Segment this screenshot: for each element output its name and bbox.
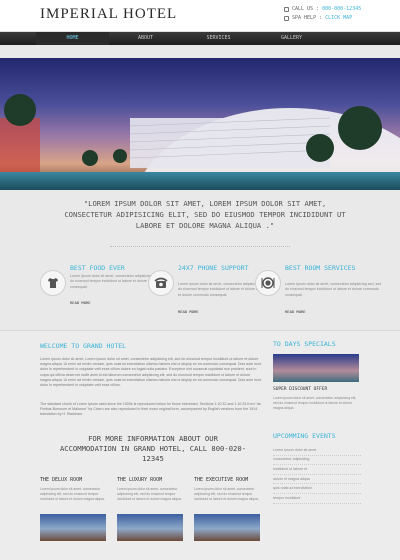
event-item[interactable]: Lorem ipsum dolor sit amet (273, 446, 361, 456)
shirt-icon (40, 270, 66, 296)
room-card-luxury[interactable]: THE LUXURY ROOM Lorem ipsum dolor sit am… (117, 477, 183, 541)
intro-quote: "LOREM IPSUM DOLOR SIT AMET, LOREM IPSUM… (64, 199, 346, 230)
offer-title[interactable]: SUPER DISCOUNT OFFER (273, 387, 327, 392)
call-row: CALL US : 000-000-12345 (284, 5, 361, 14)
main-nav: HOME ABOUT SERVICES GALLERY (0, 32, 400, 45)
room-title: THE LUXURY ROOM (117, 477, 163, 483)
call-value[interactable]: 000-000-12345 (322, 5, 361, 14)
site-header: IMPERIAL HOTEL CALL US : 000-000-12345 S… (0, 0, 400, 32)
hero-image (0, 58, 400, 190)
map-pin-icon (284, 16, 289, 21)
feature-title: BEST ROOM SERVICES (285, 264, 356, 272)
nav-about[interactable]: ABOUT (109, 32, 182, 45)
info-call-to-action: FOR MORE INFORMATION ABOUT OUR ACCOMMODA… (59, 434, 247, 463)
room-desc: Lorem ipsum dolor sit amet, consectetur … (40, 487, 105, 501)
quote-divider (110, 246, 290, 247)
event-item[interactable]: consectetur adipisicing (273, 456, 361, 466)
spa-row: SPA HELP : CLICK MAP (284, 14, 361, 23)
hero-pool (0, 172, 400, 190)
welcome-title: WELCOME TO GRAND HOTEL (40, 342, 127, 350)
specials-image[interactable] (273, 354, 359, 382)
feature-desc: Lorem ipsum dolor sit amet, consectetur … (285, 282, 382, 297)
welcome-text: Lorem ipsum dolor sit amet, Lorem ipsum … (40, 357, 262, 388)
features-section: BEST FOOD EVER Lorem ipsum dolor sit ame… (0, 258, 400, 316)
event-item[interactable]: incididunt ut labore et (273, 465, 361, 475)
room-image[interactable] (117, 514, 183, 541)
room-image[interactable] (40, 514, 106, 541)
room-desc: Lorem ipsum dolor sit amet, consectetur … (117, 487, 182, 501)
read-more-link[interactable]: READ MORE (178, 309, 199, 314)
room-image[interactable] (194, 514, 260, 541)
event-item[interactable]: tempor incididunt (273, 494, 361, 504)
room-title: THE EXECUTIVE ROOM (194, 477, 249, 483)
room-card-delux[interactable]: THE DELUX ROOM Lorem ipsum dolor sit ame… (40, 477, 106, 541)
nav-services[interactable]: SERVICES (182, 32, 255, 45)
sidebar: TO DAYS SPECIALS SUPER DISCOUNT OFFER Lo… (273, 340, 363, 504)
event-item[interactable]: dolore et magna aliqua (273, 475, 361, 485)
room-card-executive[interactable]: THE EXECUTIVE ROOM Lorem ipsum dolor sit… (194, 477, 260, 541)
room-desc: Lorem ipsum dolor sit amet, consectetur … (194, 487, 259, 501)
site-logo[interactable]: IMPERIAL HOTEL (40, 6, 177, 23)
specials-title: TO DAYS SPECIALS (273, 340, 336, 348)
header-contact: CALL US : 000-000-12345 SPA HELP : CLICK… (284, 5, 361, 23)
read-more-link[interactable]: READ MORE (285, 309, 306, 314)
spa-value[interactable]: CLICK MAP (325, 14, 352, 23)
nav-gallery[interactable]: GALLERY (255, 32, 328, 45)
read-more-link[interactable]: READ MORE (70, 300, 91, 305)
welcome-text-secondary: The standard chunk of Lorem Ipsum used s… (40, 402, 261, 417)
nav-home[interactable]: HOME (36, 32, 109, 45)
call-label: CALL US : (292, 6, 320, 12)
phone-icon (148, 270, 174, 296)
events-title: UPCOMMING EVENTS (273, 432, 336, 440)
hero-illustration (0, 94, 400, 190)
feature-room: BEST ROOM SERVICES Lorem ipsum dolor sit… (255, 258, 385, 316)
plate-icon (255, 270, 281, 296)
spa-label: SPA HELP : (292, 15, 323, 21)
events-list: Lorem ipsum dolor sit amet consectetur a… (273, 446, 361, 504)
room-title: THE DELUX ROOM (40, 477, 83, 483)
event-item[interactable]: quis nostrud exercitation (273, 484, 361, 494)
offer-text: Lorem ipsum dolor sit amet, consectetur … (273, 396, 357, 410)
phone-small-icon (284, 7, 289, 12)
